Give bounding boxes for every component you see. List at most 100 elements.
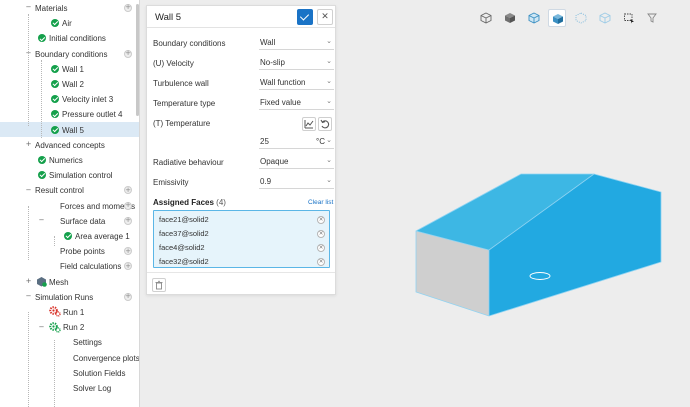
clear-list-link[interactable]: Clear list xyxy=(308,199,333,206)
tree-item-forces-and-moments[interactable]: Forces and moments xyxy=(0,198,139,213)
tree-item-mesh[interactable]: + Mesh xyxy=(0,274,139,289)
delete-button[interactable] xyxy=(152,278,166,292)
outlet-hole[interactable] xyxy=(529,272,551,280)
face-item: face32@solid2 xyxy=(159,257,209,266)
cube-shaded-edges-button[interactable] xyxy=(548,9,566,27)
tree-guide-line xyxy=(54,236,55,246)
emissivity-input[interactable]: 0.9 ⌄ xyxy=(259,174,334,189)
velocity-select[interactable]: No-slip ⌄ xyxy=(259,55,334,70)
reset-button[interactable] xyxy=(318,117,332,131)
remove-face-icon[interactable]: ✕ xyxy=(317,258,325,266)
tree-item-wall-2[interactable]: Wall 2 xyxy=(0,76,139,91)
tree-item-boundary-conditions[interactable]: − Boundary conditions xyxy=(0,46,139,61)
tree-guide-line xyxy=(28,206,29,260)
tree-item-air[interactable]: Air xyxy=(0,16,139,31)
tree-item-probe-points[interactable]: Probe points xyxy=(0,244,139,259)
chevron-down-icon: ⌄ xyxy=(326,156,332,164)
tree-item-run-1[interactable]: Run 1 xyxy=(0,304,139,319)
tree-guide-line xyxy=(28,14,29,126)
check-icon xyxy=(51,79,59,88)
tree-item-label: Probe points xyxy=(60,247,105,257)
collapse-icon[interactable]: − xyxy=(25,4,32,11)
cube-solid-icon xyxy=(505,13,515,23)
table-input-button[interactable] xyxy=(302,117,316,131)
tree-item-pressure-outlet-4[interactable]: Pressure outlet 4 xyxy=(0,107,139,122)
check-icon xyxy=(51,64,59,73)
add-icon[interactable] xyxy=(124,247,132,256)
cube-edges-icon xyxy=(528,12,540,24)
tree-item-label: Run 1 xyxy=(63,307,85,317)
tree-item-advanced-concepts[interactable]: + Advanced concepts xyxy=(0,137,139,152)
temperature-unit[interactable]: °C xyxy=(316,137,325,146)
radiative-behaviour-select[interactable]: Opaque ⌄ xyxy=(259,154,334,169)
cube-light-button[interactable] xyxy=(596,9,614,27)
tree-item-convergence-plots[interactable]: Convergence plots xyxy=(0,350,139,365)
turbulence-wall-select[interactable]: Wall function ⌄ xyxy=(259,75,334,90)
tree-item-solver-log[interactable]: Solver Log xyxy=(0,380,139,395)
temperature-type-select[interactable]: Fixed value ⌄ xyxy=(259,95,334,110)
collapse-icon[interactable]: − xyxy=(25,293,32,300)
check-icon xyxy=(51,95,59,104)
cube-outline-button[interactable] xyxy=(477,9,495,27)
tree-item-numerics[interactable]: Numerics xyxy=(0,152,139,167)
add-icon[interactable] xyxy=(124,3,132,12)
filter-button[interactable] xyxy=(643,9,661,27)
box-left-face[interactable] xyxy=(416,231,489,316)
box-front-face[interactable] xyxy=(489,174,661,316)
collapse-icon[interactable]: − xyxy=(38,217,45,224)
close-button[interactable]: ✕ xyxy=(317,9,333,25)
boundary-conditions-select[interactable]: Wall ⌄ xyxy=(259,35,334,50)
tree-item-label: Field calculations xyxy=(60,262,122,272)
tree-item-label: Boundary conditions xyxy=(35,49,108,59)
trash-icon xyxy=(155,280,163,290)
tree-item-settings[interactable]: Settings xyxy=(0,335,139,350)
add-icon[interactable] xyxy=(124,262,132,271)
tree-item-initial-conditions[interactable]: Initial conditions xyxy=(0,31,139,46)
tree-item-field-calculations[interactable]: Field calculations xyxy=(0,259,139,274)
radiative-behaviour-label: Radiative behaviour xyxy=(153,158,224,167)
collapse-icon[interactable]: − xyxy=(38,323,45,331)
remove-face-icon[interactable]: ✕ xyxy=(317,244,325,252)
cube-edges-button[interactable] xyxy=(525,9,543,27)
box-edge xyxy=(488,173,595,251)
tree-item-run-2[interactable]: − Run 2 xyxy=(0,320,139,335)
tree-item-label: Solution Fields xyxy=(73,368,126,378)
tree-item-materials[interactable]: − Materials xyxy=(0,0,139,15)
confirm-button[interactable] xyxy=(297,9,313,25)
check-icon xyxy=(64,231,72,240)
tree-item-solution-fields[interactable]: Solution Fields xyxy=(0,365,139,380)
tree-item-velocity-inlet-3[interactable]: Velocity inlet 3 xyxy=(0,92,139,107)
remove-face-icon[interactable]: ✕ xyxy=(317,230,325,238)
tree-item-label: Result control xyxy=(35,186,84,196)
add-icon[interactable] xyxy=(124,186,132,195)
tree-item-label: Initial conditions xyxy=(49,34,106,44)
cube-solid-button[interactable] xyxy=(501,9,519,27)
tree-item-surface-data[interactable]: − Surface data xyxy=(0,213,139,228)
chevron-down-icon: ⌄ xyxy=(326,176,332,184)
tree-item-label: Materials xyxy=(35,3,68,13)
filter-icon xyxy=(647,13,657,23)
remove-face-icon[interactable]: ✕ xyxy=(317,216,325,224)
panel-title: Wall 5 xyxy=(155,12,182,23)
tree-item-simulation-runs[interactable]: − Simulation Runs xyxy=(0,289,139,304)
add-icon[interactable] xyxy=(124,201,132,210)
expand-icon[interactable]: + xyxy=(25,278,32,285)
collapse-icon[interactable]: − xyxy=(25,186,32,194)
box-select-button[interactable] xyxy=(620,9,638,27)
tree-item-area-average-1[interactable]: Area average 1 xyxy=(0,228,139,243)
tree-item-label: Numerics xyxy=(49,155,83,165)
tree-item-label: Simulation control xyxy=(49,171,113,181)
check-icon xyxy=(51,19,59,28)
add-icon[interactable] xyxy=(124,49,132,58)
add-icon[interactable] xyxy=(124,292,132,301)
temperature-value-input[interactable]: 25 °C ⌄ xyxy=(259,134,334,149)
check-icon xyxy=(38,171,46,180)
expand-icon[interactable]: + xyxy=(25,141,32,148)
tree-item-result-control[interactable]: − Result control xyxy=(0,183,139,198)
check-icon xyxy=(38,34,46,43)
cube-points-button[interactable] xyxy=(572,9,590,27)
tree-item-wall-5[interactable]: Wall 5 xyxy=(0,122,139,138)
add-icon[interactable] xyxy=(124,216,132,225)
tree-item-wall-1[interactable]: Wall 1 xyxy=(0,61,139,76)
tree-item-simulation-control[interactable]: Simulation control xyxy=(0,168,139,183)
